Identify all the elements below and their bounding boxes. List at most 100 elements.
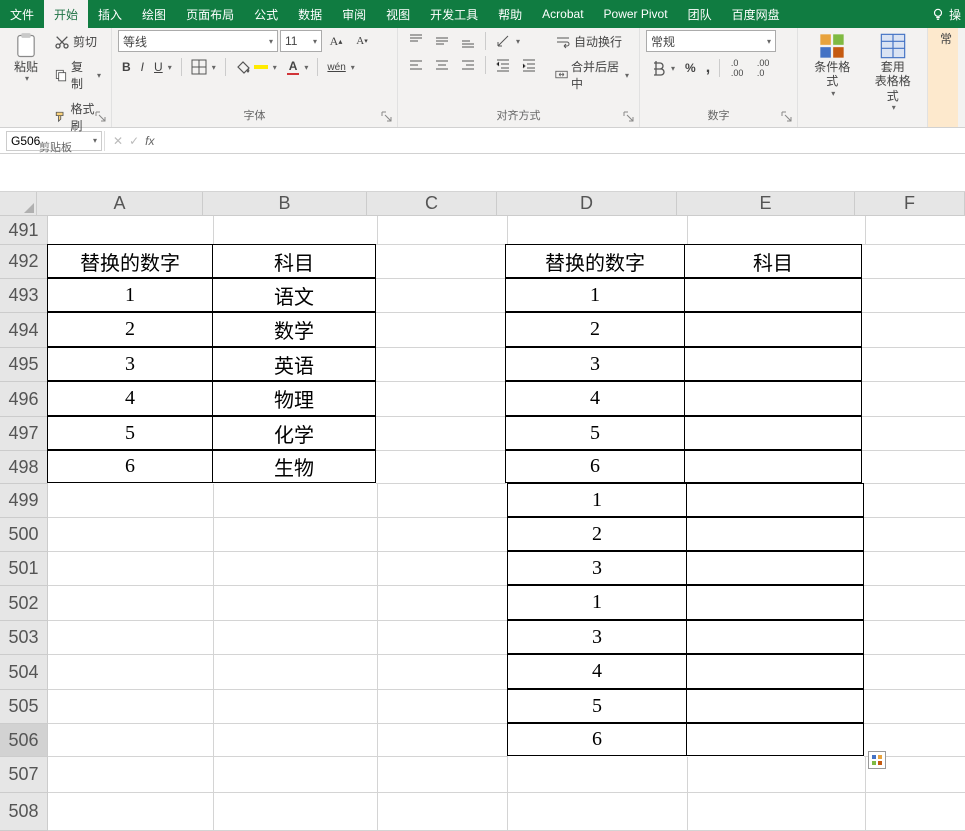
row-header-508[interactable]: 508	[0, 793, 48, 831]
cell-C499[interactable]	[378, 484, 508, 518]
font-color-button[interactable]: A▾	[283, 56, 313, 78]
cell-C492[interactable]	[376, 245, 506, 279]
cell-C495[interactable]	[376, 348, 506, 382]
cell-F503[interactable]	[864, 621, 965, 655]
cell-F497[interactable]	[862, 417, 965, 451]
column-header-F[interactable]: F	[855, 192, 965, 216]
increase-decimal-button[interactable]: .0.00	[725, 57, 749, 79]
cell-F495[interactable]	[862, 348, 965, 382]
cell-D494[interactable]: 2	[505, 312, 685, 347]
cell-A498[interactable]: 6	[47, 450, 213, 483]
cell-D498[interactable]: 6	[505, 450, 685, 483]
number-dialog-launcher[interactable]	[781, 111, 795, 125]
cell-A495[interactable]: 3	[47, 347, 213, 381]
cell-B507[interactable]	[214, 757, 378, 793]
cell-B498[interactable]: 生物	[212, 450, 376, 483]
cell-F500[interactable]	[864, 518, 965, 552]
cell-D508[interactable]	[508, 793, 688, 831]
cell-F505[interactable]	[864, 690, 965, 724]
cell-B496[interactable]: 物理	[212, 381, 376, 416]
cell-E497[interactable]	[684, 416, 862, 450]
cell-C494[interactable]	[376, 313, 506, 348]
cell-A508[interactable]	[48, 793, 214, 831]
comma-button[interactable]: ,	[702, 56, 714, 80]
row-header-493[interactable]: 493	[0, 279, 48, 313]
cell-E506[interactable]	[686, 723, 864, 756]
cell-D499[interactable]: 1	[507, 483, 687, 517]
cell-C508[interactable]	[378, 793, 508, 831]
cell-B493[interactable]: 语文	[212, 278, 376, 312]
tab-baidu[interactable]: 百度网盘	[722, 0, 790, 28]
accept-formula-icon[interactable]: ✓	[129, 134, 139, 148]
italic-button[interactable]: I	[137, 57, 148, 77]
row-header-497[interactable]: 497	[0, 417, 48, 451]
phonetic-button[interactable]: wén▾	[323, 59, 358, 76]
cell-A506[interactable]	[48, 724, 214, 757]
format-as-table-button[interactable]: 套用 表格格式▾	[865, 30, 922, 115]
cell-E499[interactable]	[686, 483, 864, 517]
decrease-font-button[interactable]: A▾	[350, 30, 374, 52]
cell-B494[interactable]: 数学	[212, 312, 376, 347]
smart-tag-icon[interactable]	[868, 751, 886, 769]
cell-B497[interactable]: 化学	[212, 416, 376, 450]
tab-data[interactable]: 数据	[288, 0, 332, 28]
cell-A502[interactable]	[48, 586, 214, 621]
cell-D505[interactable]: 5	[507, 689, 687, 723]
column-header-A[interactable]: A	[37, 192, 203, 216]
cell-A505[interactable]	[48, 690, 214, 724]
tab-insert[interactable]: 插入	[88, 0, 132, 28]
cell-F504[interactable]	[864, 655, 965, 690]
cell-D493[interactable]: 1	[505, 278, 685, 312]
cell-F494[interactable]	[862, 313, 965, 348]
tab-home[interactable]: 开始	[44, 0, 88, 28]
cell-F492[interactable]	[862, 245, 965, 279]
accounting-format-button[interactable]: ▾	[646, 57, 679, 79]
cell-B501[interactable]	[214, 552, 378, 586]
cell-A504[interactable]	[48, 655, 214, 690]
cell-E498[interactable]	[684, 450, 862, 483]
row-header-495[interactable]: 495	[0, 348, 48, 382]
select-all-corner[interactable]	[0, 192, 37, 216]
cell-D496[interactable]: 4	[505, 381, 685, 416]
column-header-D[interactable]: D	[497, 192, 677, 216]
bold-button[interactable]: B	[118, 57, 135, 77]
tab-acrobat[interactable]: Acrobat	[532, 0, 593, 28]
row-header-498[interactable]: 498	[0, 451, 48, 484]
row-header-491[interactable]: 491	[0, 216, 48, 245]
align-center-button[interactable]	[430, 54, 454, 76]
cell-E496[interactable]	[684, 381, 862, 416]
cell-A494[interactable]: 2	[47, 312, 213, 347]
fill-color-button[interactable]: ▾	[231, 56, 281, 78]
column-header-C[interactable]: C	[367, 192, 497, 216]
cell-D503[interactable]: 3	[507, 620, 687, 654]
row-header-496[interactable]: 496	[0, 382, 48, 417]
cell-A503[interactable]	[48, 621, 214, 655]
cell-A496[interactable]: 4	[47, 381, 213, 416]
cell-C506[interactable]	[378, 724, 508, 757]
row-header-503[interactable]: 503	[0, 621, 48, 655]
cell-A501[interactable]	[48, 552, 214, 586]
cell-F508[interactable]	[866, 793, 965, 831]
align-top-button[interactable]	[404, 30, 428, 52]
cell-B499[interactable]	[214, 484, 378, 518]
cut-button[interactable]: 剪切	[50, 30, 105, 53]
cell-F491[interactable]	[866, 216, 965, 245]
cell-F493[interactable]	[862, 279, 965, 313]
tab-review[interactable]: 审阅	[332, 0, 376, 28]
cell-A493[interactable]: 1	[47, 278, 213, 312]
cell-A491[interactable]	[48, 216, 214, 245]
row-header-506[interactable]: 506	[0, 724, 48, 757]
cell-E501[interactable]	[686, 551, 864, 585]
cell-C498[interactable]	[376, 451, 506, 484]
orientation-button[interactable]: ▾	[491, 30, 524, 52]
cell-B500[interactable]	[214, 518, 378, 552]
cell-D506[interactable]: 6	[507, 723, 687, 756]
align-bottom-button[interactable]	[456, 30, 480, 52]
underline-button[interactable]: U▾	[150, 57, 176, 77]
cell-D501[interactable]: 3	[507, 551, 687, 585]
align-right-button[interactable]	[456, 54, 480, 76]
cell-D500[interactable]: 2	[507, 517, 687, 551]
align-middle-button[interactable]	[430, 30, 454, 52]
row-header-504[interactable]: 504	[0, 655, 48, 690]
tab-developer[interactable]: 开发工具	[420, 0, 488, 28]
